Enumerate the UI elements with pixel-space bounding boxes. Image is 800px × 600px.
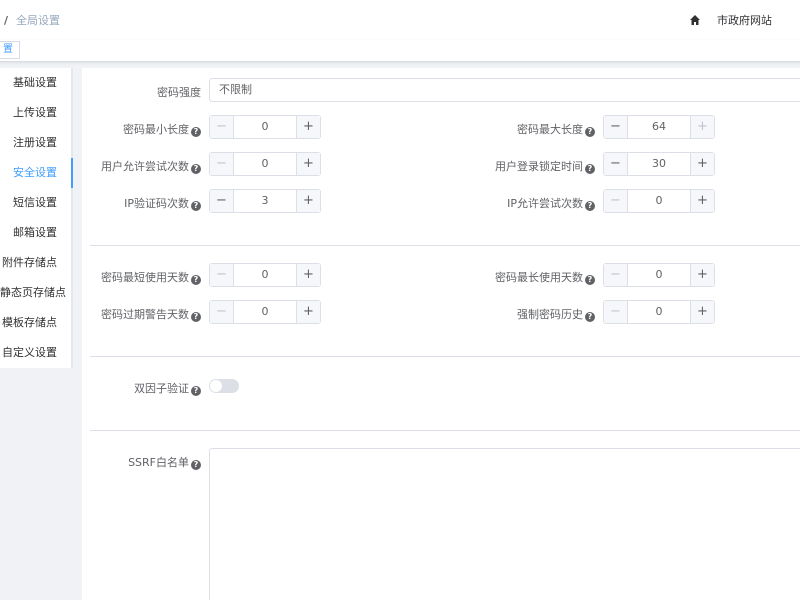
section-divider <box>90 245 800 246</box>
increase-button[interactable]: + <box>296 116 320 138</box>
increase-button[interactable]: + <box>690 116 714 138</box>
sidebar-item-sms[interactable]: 短信设置 <box>0 188 71 218</box>
password-strength-select[interactable]: 不限制 <box>209 78 800 102</box>
decrease-button[interactable]: − <box>210 190 234 212</box>
decrease-button[interactable]: − <box>604 116 628 138</box>
breadcrumb-separator: / <box>4 13 9 27</box>
lock-time-stepper: − 30 + <box>603 152 715 176</box>
sidebar-item-static-storage[interactable]: 静态页存储点 <box>0 278 71 308</box>
help-icon[interactable]: ? <box>191 164 201 174</box>
increase-button[interactable]: + <box>690 190 714 212</box>
min-use-days-label: 密码最短使用天数? <box>101 269 201 285</box>
expire-warn-days-label: 密码过期警告天数? <box>101 306 201 322</box>
ssrf-whitelist-textarea[interactable] <box>209 448 800 600</box>
settings-sidebar: 基础设置 上传设置 注册设置 安全设置 短信设置 邮箱设置 附件存储点 静态页存… <box>0 68 73 368</box>
min-use-days-stepper: − 0 + <box>209 263 321 287</box>
two-factor-label: 双因子验证? <box>134 380 201 396</box>
sidebar-item-attachment-storage[interactable]: 附件存储点 <box>0 248 71 278</box>
sidebar-item-template-storage[interactable]: 模板存储点 <box>0 308 71 338</box>
help-icon[interactable]: ? <box>585 275 595 285</box>
help-icon[interactable]: ? <box>191 275 201 285</box>
help-icon[interactable]: ? <box>191 201 201 211</box>
max-length-label: 密码最大长度? <box>517 121 595 137</box>
lock-time-label: 用户登录锁定时间? <box>495 158 595 174</box>
increase-button[interactable]: + <box>296 301 320 323</box>
min-use-days-input[interactable]: 0 <box>234 264 296 286</box>
decrease-button[interactable]: − <box>210 153 234 175</box>
sidebar-item-register[interactable]: 注册设置 <box>0 128 71 158</box>
min-length-input[interactable]: 0 <box>234 116 296 138</box>
ip-captcha-count-input[interactable]: 3 <box>234 190 296 212</box>
ip-captcha-count-label: IP验证码次数? <box>124 195 201 211</box>
forced-history-label: 强制密码历史? <box>517 306 595 322</box>
sidebar-item-custom[interactable]: 自定义设置 <box>0 338 71 368</box>
tags-view-bar: 置 <box>0 40 800 62</box>
ip-allowed-attempts-stepper: − 0 + <box>603 189 715 213</box>
decrease-button[interactable]: − <box>210 264 234 286</box>
top-navbar: / 全局设置 市政府网站 <box>0 0 800 40</box>
ip-captcha-count-stepper: − 3 + <box>209 189 321 213</box>
forced-history-input[interactable]: 0 <box>628 301 690 323</box>
decrease-button[interactable]: − <box>210 116 234 138</box>
max-use-days-label: 密码最长使用天数? <box>495 269 595 285</box>
help-icon[interactable]: ? <box>191 460 201 470</box>
two-factor-switch[interactable] <box>209 379 239 393</box>
allowed-attempts-input[interactable]: 0 <box>234 153 296 175</box>
ip-allowed-attempts-input[interactable]: 0 <box>628 190 690 212</box>
sidebar-item-security[interactable]: 安全设置 <box>0 158 73 188</box>
sidebar-item-upload[interactable]: 上传设置 <box>0 98 71 128</box>
decrease-button[interactable]: − <box>604 301 628 323</box>
site-link[interactable]: 市政府网站 <box>717 12 772 28</box>
decrease-button[interactable]: − <box>210 301 234 323</box>
section-divider <box>90 356 800 357</box>
help-icon[interactable]: ? <box>585 312 595 322</box>
sidebar-item-email[interactable]: 邮箱设置 <box>0 218 71 248</box>
lock-time-input[interactable]: 30 <box>628 153 690 175</box>
switch-knob <box>210 380 222 392</box>
help-icon[interactable]: ? <box>585 127 595 137</box>
help-icon[interactable]: ? <box>191 386 201 396</box>
breadcrumb-current: 全局设置 <box>16 14 61 27</box>
increase-button[interactable]: + <box>296 190 320 212</box>
password-strength-label: 密码强度 <box>157 86 201 99</box>
max-use-days-input[interactable]: 0 <box>628 264 690 286</box>
max-length-input[interactable]: 64 <box>628 116 690 138</box>
sidebar-item-basic[interactable]: 基础设置 <box>0 68 71 98</box>
home-icon[interactable] <box>689 14 701 26</box>
increase-button[interactable]: + <box>296 264 320 286</box>
ssrf-whitelist-label: SSRF白名单? <box>128 454 201 470</box>
expire-warn-days-input[interactable]: 0 <box>234 301 296 323</box>
help-icon[interactable]: ? <box>585 201 595 211</box>
max-use-days-stepper: − 0 + <box>603 263 715 287</box>
forced-history-stepper: − 0 + <box>603 300 715 324</box>
min-length-stepper: − 0 + <box>209 115 321 139</box>
help-icon[interactable]: ? <box>191 312 201 322</box>
decrease-button[interactable]: − <box>604 264 628 286</box>
header-actions: 市政府网站 <box>689 12 772 28</box>
min-length-label: 密码最小长度? <box>123 121 201 137</box>
increase-button[interactable]: + <box>296 153 320 175</box>
allowed-attempts-label: 用户允许尝试次数? <box>101 158 201 174</box>
ip-allowed-attempts-label: IP允许尝试次数? <box>507 195 595 211</box>
increase-button[interactable]: + <box>690 301 714 323</box>
decrease-button[interactable]: − <box>604 190 628 212</box>
decrease-button[interactable]: − <box>604 153 628 175</box>
increase-button[interactable]: + <box>690 264 714 286</box>
section-divider <box>90 430 800 431</box>
allowed-attempts-stepper: − 0 + <box>209 152 321 176</box>
expire-warn-days-stepper: − 0 + <box>209 300 321 324</box>
help-icon[interactable]: ? <box>191 127 201 137</box>
tag-current[interactable]: 置 <box>0 41 20 59</box>
breadcrumb: / 全局设置 <box>4 12 60 28</box>
increase-button[interactable]: + <box>690 153 714 175</box>
help-icon[interactable]: ? <box>585 164 595 174</box>
max-length-stepper: − 64 + <box>603 115 715 139</box>
